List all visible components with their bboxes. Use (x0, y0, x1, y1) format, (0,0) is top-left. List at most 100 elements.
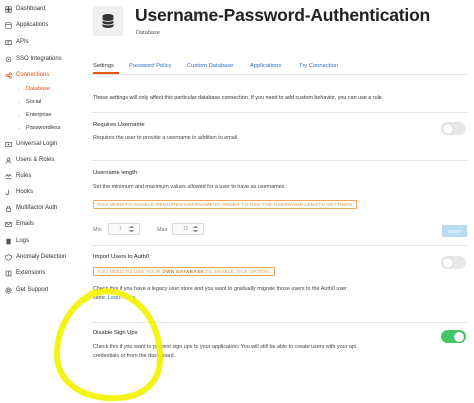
dashboard-icon (4, 5, 12, 13)
description-line: credentials or from the dashboard. (93, 352, 176, 359)
emails-icon (4, 220, 12, 228)
disable-signups-description: Check this if you want to prevent sign u… (93, 343, 356, 360)
tab-try-connection[interactable]: Try Connection (299, 63, 338, 69)
own-database-link[interactable]: OWN DATABASE (162, 269, 204, 274)
sidebar-item-label: SSO Integrations (16, 56, 62, 62)
requires-username-description: Requires the user to provide a username … (93, 135, 239, 141)
max-label: Max (157, 227, 168, 233)
sidebar-subitem-passwordless[interactable]: → Passwordless (16, 125, 61, 131)
min-length-input[interactable] (108, 223, 140, 235)
connections-icon (4, 71, 12, 79)
universal-login-icon (4, 140, 12, 148)
tab-custom-database[interactable]: Custom Database (187, 63, 233, 69)
tab-bar: Settings Password Policy Custom Database… (88, 60, 468, 75)
tab-password-policy[interactable]: Password Policy (129, 63, 172, 69)
requires-username-toggle[interactable] (441, 122, 466, 135)
anomaly-icon (4, 253, 12, 261)
toggle-knob (443, 123, 453, 134)
sidebar-item-rules[interactable]: Rules (4, 172, 31, 180)
tab-applications[interactable]: Applications (250, 63, 281, 69)
divider (91, 322, 468, 323)
sidebar: Dashboard Applications APIs SSO Integrat… (0, 0, 80, 403)
sidebar-item-label: Users & Roles (16, 157, 55, 163)
divider (91, 245, 468, 246)
sidebar-item-label: Anomaly Detection (16, 254, 67, 260)
sidebar-subitem-enterprise[interactable]: → Enterprise (16, 112, 52, 118)
sidebar-item-get-support[interactable]: Get Support (4, 286, 48, 294)
database-icon (93, 6, 123, 36)
sidebar-item-label: Get Support (16, 287, 49, 293)
sidebar-item-label: Hooks (16, 189, 34, 195)
import-users-description: Check this if you have a legacy user sto… (93, 285, 347, 302)
save-button[interactable]: SAVE (442, 225, 467, 237)
sidebar-item-label: Connections (16, 72, 50, 78)
sidebar-item-label: Universal Login (16, 141, 58, 147)
username-length-warning: YOU NEED TO ENABLE REQUIRES USERNAME IN … (93, 200, 357, 209)
page-subtitle: Database (136, 30, 160, 36)
divider (91, 160, 468, 161)
sidebar-subitem-social[interactable]: → Social (16, 99, 41, 105)
sidebar-item-dashboard[interactable]: Dashboard (4, 5, 45, 13)
description-line: Check this if you have a legacy user sto… (93, 286, 347, 292)
sidebar-item-label: Multifactor Auth (16, 205, 58, 211)
description-line: Check this if you want to prevent sign u… (93, 344, 357, 350)
sidebar-item-label: Logs (16, 238, 30, 244)
learn-more-link[interactable]: Learn More. (108, 295, 137, 301)
import-users-toggle[interactable] (441, 256, 466, 269)
sidebar-item-sso-integrations[interactable]: SSO Integrations (4, 55, 62, 63)
disable-signups-toggle[interactable] (441, 330, 466, 343)
mfa-icon (4, 204, 12, 212)
tab-settings[interactable]: Settings (93, 63, 114, 69)
divider (91, 112, 468, 113)
max-length-input[interactable] (172, 223, 204, 235)
username-length-title: Username length (93, 170, 138, 176)
extensions-icon (4, 269, 12, 277)
min-label: Min (93, 227, 102, 233)
applications-icon (4, 21, 12, 29)
warning-text: TO ENABLE THIS OPTION. (203, 269, 271, 274)
rules-icon (4, 172, 12, 180)
warning-text: YOU NEED TO ENABLE REQUIRES USERNAME IN … (97, 202, 353, 207)
sidebar-item-hooks[interactable]: Hooks (4, 188, 33, 196)
username-length-description: Set the minimum and maximum values allow… (93, 184, 286, 190)
sidebar-item-logs[interactable]: Logs (4, 237, 29, 245)
sidebar-item-label: Dashboard (16, 6, 46, 12)
toggle-knob (443, 257, 453, 268)
import-users-warning: YOU NEED TO USE YOUR OWN DATABASE TO ENA… (93, 267, 275, 276)
sidebar-item-label: Applications (16, 22, 49, 28)
sidebar-item-label: APIs (16, 39, 29, 45)
support-icon (4, 286, 12, 294)
intro-text: These settings will only affect this par… (93, 95, 384, 101)
toggle-knob (454, 331, 464, 342)
sidebar-item-label: Extensions (16, 270, 46, 276)
arrow-right-icon: → (16, 112, 21, 118)
users-icon (4, 156, 12, 164)
logs-icon (4, 237, 12, 245)
hooks-icon (4, 188, 12, 196)
sidebar-item-universal-login[interactable]: Universal Login (4, 140, 57, 148)
sidebar-subitem-database[interactable]: → Database (16, 86, 50, 92)
sidebar-item-multifactor-auth[interactable]: Multifactor Auth (4, 204, 57, 212)
sidebar-item-extensions[interactable]: Extensions (4, 269, 45, 277)
sidebar-item-users-roles[interactable]: Users & Roles (4, 156, 54, 164)
sidebar-item-anomaly-detection[interactable]: Anomaly Detection (4, 253, 66, 261)
warning-text: YOU NEED TO USE YOUR (97, 269, 163, 274)
sidebar-item-emails[interactable]: Emails (4, 220, 34, 228)
arrow-right-icon: → (16, 86, 21, 92)
sidebar-subitem-label: Passwordless (26, 125, 61, 131)
arrow-right-icon: → (16, 125, 21, 131)
sidebar-item-connections[interactable]: Connections (4, 71, 49, 79)
sidebar-subitem-label: Enterprise (26, 112, 52, 118)
sidebar-subitem-label: Social (26, 99, 42, 105)
sidebar-subitem-label: Database (26, 86, 50, 92)
apis-icon (4, 38, 12, 46)
description-line: store. (93, 294, 107, 301)
requires-username-title: Requires Username (93, 122, 145, 128)
sidebar-item-label: Emails (16, 221, 35, 227)
import-users-title: Import Users to Auth0 (93, 254, 150, 260)
sidebar-item-apis[interactable]: APIs (4, 38, 29, 46)
arrow-right-icon: → (16, 99, 21, 105)
sidebar-item-label: Rules (16, 173, 32, 179)
sidebar-item-applications[interactable]: Applications (4, 21, 48, 29)
disable-signups-title: Disable Sign Ups (93, 330, 138, 336)
